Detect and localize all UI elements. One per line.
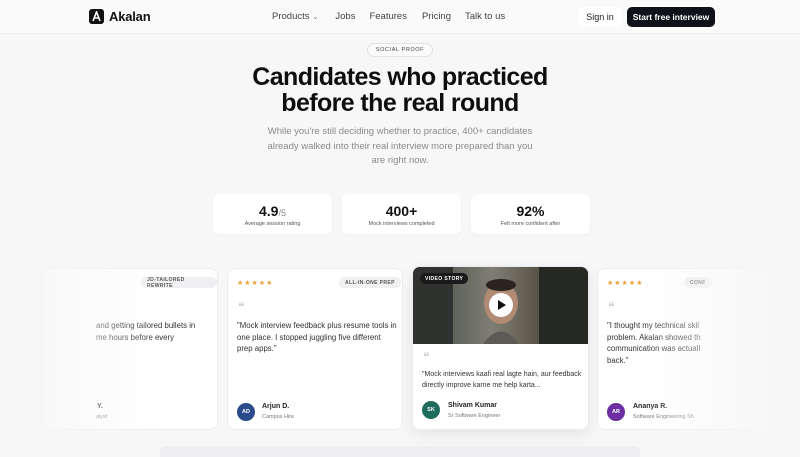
avatar: SK: [422, 401, 440, 419]
quote-icon: ❝: [423, 350, 430, 364]
nav-link-features[interactable]: Features: [369, 11, 407, 22]
nav-link-products[interactable]: Products ⌄: [272, 11, 318, 22]
testimonial-card[interactable]: ★★★★★ CONF ❝ "I thought my technical ski…: [597, 268, 772, 430]
stat-value: 92%: [516, 203, 545, 219]
brand-logo[interactable]: Akalan: [89, 9, 151, 24]
stat-label: Average session rating: [244, 221, 301, 227]
stat-unit: /5: [278, 208, 286, 218]
stat-value: 4.9/5: [213, 203, 332, 219]
stat-card-confidence: 92% Felt more confident after: [471, 194, 590, 234]
testimonial-name: Shivam Kumar: [448, 402, 498, 409]
stat-value-number: 4.9: [259, 203, 279, 219]
hero-subtitle: While you're still deciding whether to p…: [267, 126, 533, 166]
testimonial-quote: "Mock interviews kaafi real lagte hain, …: [422, 371, 582, 389]
video-badge: VIDEO STORY: [420, 273, 469, 284]
video-testimonial-card[interactable]: VIDEO STORY ❝ "Mock interviews kaafi rea…: [412, 266, 589, 430]
testimonial-quote-line: me hours before every: [96, 332, 175, 342]
testimonial-tag: ALL-IN-ONE PREP: [339, 277, 401, 288]
testimonial-quote-line: "I thought my technical skil: [607, 321, 700, 330]
testimonial-quote-line: communication was actuall: [607, 344, 701, 353]
headline-line-1: Candidates who practiced: [252, 63, 548, 91]
nav-links: Products ⌄ Jobs Features Pricing Talk to …: [272, 11, 505, 22]
section-pill: SOCIAL PROOF: [367, 43, 433, 57]
testimonial-quote-line: back.": [607, 355, 629, 365]
testimonial-name: Ananya R.: [633, 403, 668, 410]
video-thumbnail[interactable]: VIDEO STORY: [413, 267, 588, 344]
testimonial-quote: "Mock interview feedback plus resume too…: [237, 321, 397, 353]
stat-label: Felt more confident after: [500, 221, 561, 227]
chevron-down-icon: ⌄: [312, 14, 319, 21]
testimonial-quote: and getting tailored bullets in me hours…: [96, 320, 214, 343]
avatar: AR: [607, 403, 625, 421]
testimonial-tag: CONF: [684, 277, 712, 288]
brand-name: Akalan: [109, 9, 151, 24]
testimonial-role: Campus Hire: [262, 414, 295, 420]
stat-card-rating: 4.9/5 Average session rating: [213, 194, 332, 234]
stat-card-interviews: 400+ Mock interviews completed: [342, 194, 461, 234]
nav-link-products-label: Products: [272, 11, 310, 22]
testimonial-tag: JD-TAILORED REWRITE: [141, 277, 217, 289]
testimonial-name: Arjun D.: [262, 403, 290, 410]
nav-link-jobs[interactable]: Jobs: [335, 11, 355, 22]
testimonial-role: alyst: [96, 414, 108, 420]
nav-link-talk[interactable]: Talk to us: [465, 11, 505, 22]
play-icon[interactable]: [489, 293, 513, 317]
testimonial-quote-line: problem. Akalan showed th: [607, 332, 701, 342]
nav-link-pricing[interactable]: Pricing: [422, 11, 451, 22]
star-rating: ★★★★★: [607, 280, 644, 287]
stat-label: Mock interviews completed: [368, 221, 435, 227]
testimonial-card[interactable]: JD-TAILORED REWRITE and getting tailored…: [43, 268, 218, 430]
quote-icon: ❝: [608, 300, 615, 314]
headline-line-2: before the real round: [281, 89, 519, 117]
sign-in-button[interactable]: Sign in: [578, 7, 622, 27]
avatar: AD: [237, 403, 255, 421]
testimonial-role: Software Engineering Sh: [633, 414, 694, 420]
testimonial-quote-line: and getting tailored bullets in: [96, 321, 196, 330]
top-nav: Akalan Products ⌄ Jobs Features Pricing T…: [0, 0, 800, 34]
quote-icon: ❝: [238, 300, 245, 314]
testimonial-name: Y.: [97, 403, 103, 410]
logo-mark-icon: [89, 9, 104, 24]
star-rating: ★★★★★: [237, 280, 274, 287]
next-section-edge: [160, 446, 640, 457]
stat-value: 400+: [385, 203, 418, 219]
page-title: Candidates who practiced before the real…: [0, 64, 800, 116]
testimonial-role: Sr Software Engineer: [448, 413, 501, 419]
start-interview-button[interactable]: Start free interview: [627, 7, 715, 27]
testimonial-card[interactable]: ★★★★★ ALL-IN-ONE PREP ❝ "Mock interview …: [227, 268, 403, 430]
testimonial-quote: "I thought my technical skil problem. Ak…: [607, 320, 771, 366]
